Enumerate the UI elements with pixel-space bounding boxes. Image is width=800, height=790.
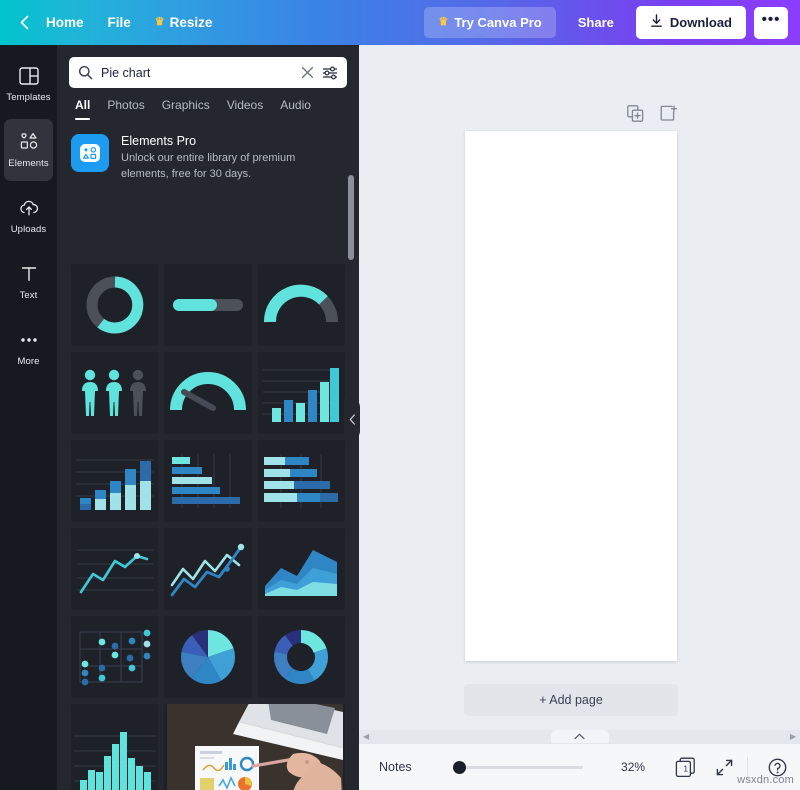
tab-audio[interactable]: Audio xyxy=(280,98,311,120)
result-scatter-plot[interactable] xyxy=(71,616,159,698)
sidebar-item-text[interactable]: Text xyxy=(4,251,53,313)
promo-text-block: Elements Pro Unlock our entire library o… xyxy=(121,134,345,183)
sidebar-item-more-label: More xyxy=(17,356,40,367)
ellipsis-icon xyxy=(19,329,39,351)
download-label: Download xyxy=(669,15,732,30)
elements-search-panel: All Photos Graphics Videos Audio Element… xyxy=(57,45,359,790)
tab-graphics[interactable]: Graphics xyxy=(162,98,210,120)
elements-pro-promo-card[interactable]: Elements Pro Unlock our entire library o… xyxy=(71,134,345,183)
try-canva-pro-button[interactable]: ♛ Try Canva Pro xyxy=(424,7,556,38)
result-progress-bar[interactable] xyxy=(164,264,252,346)
left-nav-rail: Templates Elements Uploads Text More xyxy=(0,45,57,790)
menu-item-file[interactable]: File xyxy=(96,9,143,36)
horizontal-scroll-strip[interactable]: ◀ ▶ xyxy=(359,730,800,743)
search-bar[interactable] xyxy=(69,57,347,88)
result-infographic-desk-photo[interactable] xyxy=(164,704,345,790)
more-options-button[interactable]: ••• xyxy=(754,6,788,39)
topbar-right-actions: ♛ Try Canva Pro Share Download ••• xyxy=(424,6,800,39)
duplicate-page-icon[interactable] xyxy=(627,105,644,127)
menu-item-home[interactable]: Home xyxy=(34,9,96,36)
page-number-text: 1 xyxy=(683,763,688,773)
zoom-slider-track xyxy=(452,765,584,769)
result-pie-chart[interactable] xyxy=(164,616,252,698)
result-stacked-bar-chart[interactable] xyxy=(71,440,159,522)
topbar-left-menu: Home File ♛ Resize xyxy=(0,9,224,36)
page-count-button[interactable]: 1 xyxy=(675,757,696,778)
upload-cloud-icon xyxy=(18,197,40,219)
templates-grid-icon xyxy=(18,65,39,87)
menu-item-resize-label: Resize xyxy=(169,15,213,30)
elements-shapes-icon xyxy=(18,131,40,153)
search-input[interactable] xyxy=(101,65,293,80)
download-arrow-icon xyxy=(650,14,663,31)
try-canva-pro-label: Try Canva Pro xyxy=(454,15,542,30)
results-scroll-region[interactable] xyxy=(57,254,359,790)
filter-sliders-icon[interactable] xyxy=(322,65,338,80)
sidebar-item-templates[interactable]: Templates xyxy=(4,53,53,115)
result-stacked-horizontal-bar-chart[interactable] xyxy=(257,440,345,522)
search-area xyxy=(57,45,359,88)
back-chevron-icon[interactable] xyxy=(14,13,34,33)
result-horizontal-bar-chart[interactable] xyxy=(164,440,252,522)
sidebar-item-elements[interactable]: Elements xyxy=(4,119,53,181)
design-canvas-page[interactable] xyxy=(465,131,677,661)
text-t-icon xyxy=(20,263,38,285)
menu-item-file-label: File xyxy=(107,15,131,30)
search-magnifier-icon xyxy=(78,65,93,80)
result-people-pictogram[interactable] xyxy=(71,352,159,434)
tab-videos[interactable]: Videos xyxy=(227,98,263,120)
sidebar-item-templates-label: Templates xyxy=(6,92,51,103)
result-multi-line-chart[interactable] xyxy=(164,528,252,610)
tab-photos[interactable]: Photos xyxy=(107,98,144,120)
result-donut-chart[interactable] xyxy=(257,616,345,698)
result-speedometer-gauge[interactable] xyxy=(164,352,252,434)
editor-canvas-area: + Add page ◀ ▶ Notes 32% 1 wsxdn.com xyxy=(359,45,800,790)
result-type-tabs: All Photos Graphics Videos Audio xyxy=(57,88,359,120)
sidebar-item-uploads[interactable]: Uploads xyxy=(4,185,53,247)
crown-icon: ♛ xyxy=(154,16,165,28)
fullscreen-button[interactable] xyxy=(716,759,733,776)
zoom-slider-thumb[interactable] xyxy=(452,760,466,774)
result-line-chart[interactable] xyxy=(71,528,159,610)
crown-icon: ♛ xyxy=(438,16,449,28)
elements-pro-badge-icon xyxy=(71,134,109,172)
collapse-panel-handle[interactable] xyxy=(344,398,360,440)
add-page-frame-icon[interactable] xyxy=(660,105,678,127)
result-area-chart[interactable] xyxy=(257,528,345,610)
menu-item-resize[interactable]: ♛ Resize xyxy=(143,9,225,36)
sidebar-item-text-label: Text xyxy=(19,290,38,301)
promo-title: Elements Pro xyxy=(121,134,197,148)
download-button[interactable]: Download xyxy=(635,6,746,39)
results-grid xyxy=(57,254,359,790)
result-bar-chart[interactable] xyxy=(257,352,345,434)
sidebar-item-uploads-label: Uploads xyxy=(10,224,47,235)
close-x-icon[interactable] xyxy=(301,66,314,79)
sidebar-item-elements-label: Elements xyxy=(8,158,49,169)
sidebar-item-more[interactable]: More xyxy=(4,317,53,379)
notes-button[interactable]: Notes xyxy=(372,755,419,779)
menu-item-home-label: Home xyxy=(46,15,84,30)
result-donut-progress-ring[interactable] xyxy=(71,264,159,346)
result-arc-gauge[interactable] xyxy=(257,264,345,346)
tab-all[interactable]: All xyxy=(75,98,91,120)
share-button[interactable]: Share xyxy=(564,7,628,38)
promo-subtitle: Unlock our entire library of premium ele… xyxy=(121,152,296,180)
zoom-slider[interactable] xyxy=(452,759,584,775)
top-toolbar: Home File ♛ Resize ♛ Try Canva Pro Share… xyxy=(0,0,800,45)
triangle-left-icon[interactable]: ◀ xyxy=(363,732,369,741)
triangle-right-icon[interactable]: ▶ xyxy=(790,732,796,741)
add-page-button[interactable]: + Add page xyxy=(464,684,678,716)
page-tools xyxy=(627,105,678,127)
watermark-text: wsxdn.com xyxy=(737,774,794,786)
collapse-bottom-panel-handle[interactable] xyxy=(550,730,609,743)
panel-scrollbar-thumb[interactable] xyxy=(348,175,354,260)
result-histogram[interactable] xyxy=(71,704,159,790)
zoom-percentage-label: 32% xyxy=(621,760,646,774)
bottom-toolbar: Notes 32% 1 xyxy=(359,743,800,790)
